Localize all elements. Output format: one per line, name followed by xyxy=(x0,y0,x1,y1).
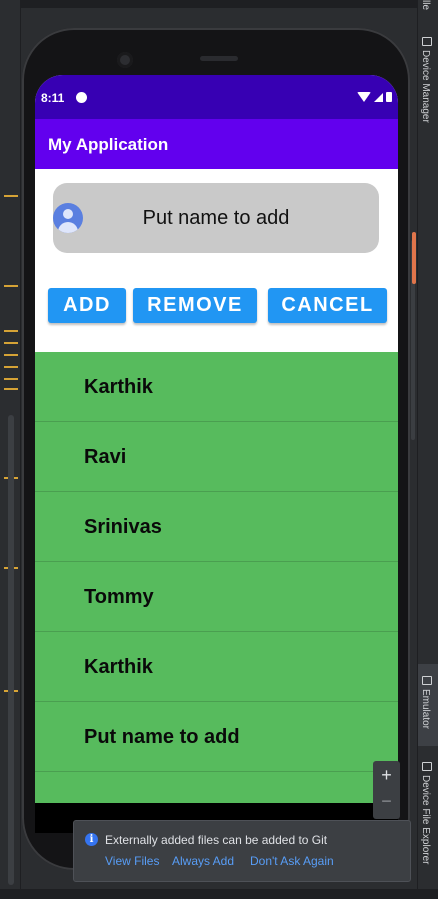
remove-button[interactable]: REMOVE xyxy=(133,288,257,323)
list-item[interactable]: Karthik xyxy=(35,352,398,422)
ide-top-strip xyxy=(20,0,418,8)
signal-icon xyxy=(374,92,383,102)
status-notification-icon xyxy=(76,92,87,103)
list-item[interactable]: Karthik xyxy=(35,632,398,702)
list-item-label: Tommy xyxy=(84,586,154,608)
list-item-label: Ravi xyxy=(84,446,127,468)
status-time: 8:11 xyxy=(41,91,65,105)
ide-status-strip xyxy=(0,889,438,899)
gutter-marker xyxy=(4,285,18,287)
gutter-marker xyxy=(4,366,18,368)
ide-right-toolbar: lle Device Manager Emulator Device File … xyxy=(417,0,438,899)
add-button[interactable]: ADD xyxy=(48,288,126,323)
zoom-controls: + − xyxy=(373,761,400,819)
gutter-marker xyxy=(4,195,18,197)
gutter-marker xyxy=(4,342,18,344)
dont-ask-again-link[interactable]: Don't Ask Again xyxy=(250,854,334,868)
list-item-label: Karthik xyxy=(84,376,153,398)
tool-window-device-manager[interactable]: Device Manager xyxy=(420,50,431,123)
status-bar: 8:11 xyxy=(35,75,398,119)
zoom-out-button[interactable]: − xyxy=(373,791,400,812)
earpiece-speaker xyxy=(200,56,238,61)
list-item-label: Karthik xyxy=(84,656,153,678)
scroll-indicator xyxy=(412,232,416,284)
notification-message: Externally added files can be added to G… xyxy=(105,833,328,847)
app-bar: My Application xyxy=(35,119,398,169)
ide-left-gutter xyxy=(0,0,21,899)
name-input[interactable]: Put name to add xyxy=(53,183,379,253)
git-notification: i Externally added files can be added to… xyxy=(73,820,411,882)
tool-window-emulator[interactable]: Emulator xyxy=(420,689,431,729)
device-manager-icon xyxy=(422,37,432,46)
always-add-link[interactable]: Always Add xyxy=(172,854,234,868)
list-item[interactable]: Srinivas xyxy=(35,492,398,562)
view-files-link[interactable]: View Files xyxy=(105,854,159,868)
gutter-scrollbar[interactable] xyxy=(8,415,14,885)
device-file-explorer-icon xyxy=(422,762,432,771)
tool-window-partial[interactable]: lle xyxy=(420,0,431,10)
list-item[interactable]: Ravi xyxy=(35,422,398,492)
list-item-label: Srinivas xyxy=(84,516,162,538)
cancel-button[interactable]: CANCEL xyxy=(268,288,387,323)
front-camera xyxy=(117,52,133,68)
tool-window-device-file-explorer[interactable]: Device File Explorer xyxy=(420,775,431,864)
list-item[interactable]: Put name to add xyxy=(35,702,398,772)
wifi-icon xyxy=(357,92,371,102)
status-icons xyxy=(357,92,392,102)
gutter-marker xyxy=(4,354,18,356)
phone-screen: 8:11 My Application Put name to add ADD … xyxy=(35,75,398,803)
emulator-icon xyxy=(422,676,432,685)
gutter-marker xyxy=(4,388,18,390)
gutter-marker xyxy=(4,378,18,380)
gutter-marker xyxy=(4,330,18,332)
names-list[interactable]: Karthik Ravi Srinivas Tommy Karthik Put … xyxy=(35,352,398,803)
zoom-in-button[interactable]: + xyxy=(373,765,400,786)
input-placeholder: Put name to add xyxy=(142,207,290,229)
app-title: My Application xyxy=(48,135,169,154)
info-icon: i xyxy=(85,833,98,846)
list-item-label: Put name to add xyxy=(84,726,240,748)
battery-icon xyxy=(386,92,392,102)
list-item[interactable]: Tommy xyxy=(35,562,398,632)
